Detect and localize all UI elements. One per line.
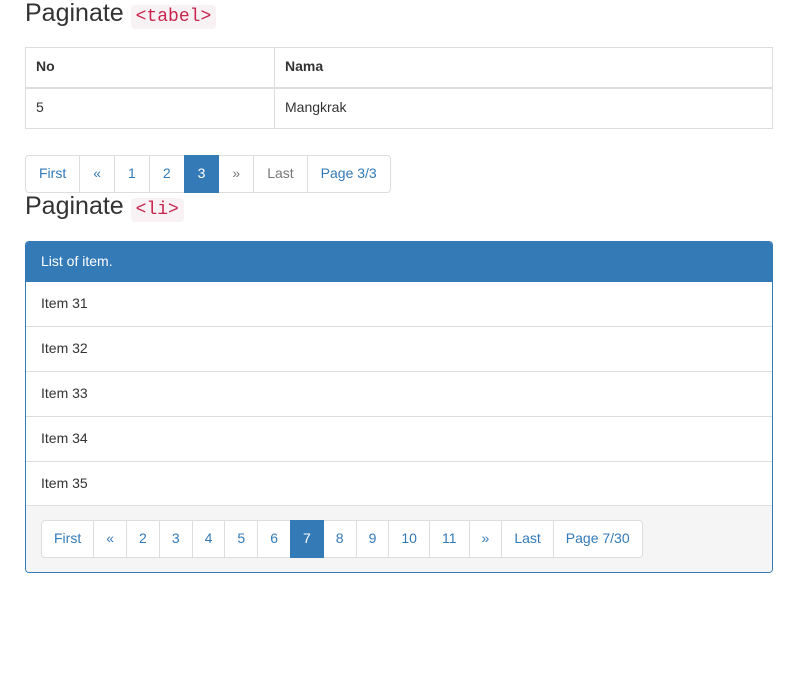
list-item[interactable]: Item 35 (26, 461, 772, 507)
page-title-table-text: Paginate (25, 0, 124, 27)
table-head: No Nama (26, 47, 773, 88)
list-page-link-8[interactable]: 8 (323, 520, 357, 558)
list-pagination: First « 2 3 4 5 6 (41, 520, 643, 558)
paginated-table: No Nama 5 Mangkrak (25, 47, 773, 129)
table-row: 5 Mangkrak (26, 88, 773, 129)
page-title-list: Paginate <li> (25, 193, 773, 221)
list-page-link-9[interactable]: 9 (356, 520, 390, 558)
page-item-status[interactable]: Page 3/3 (308, 155, 391, 193)
list-item[interactable]: Item 34 (26, 416, 772, 462)
list-page-item-2[interactable]: 2 (127, 520, 160, 558)
table-body: 5 Mangkrak (26, 88, 773, 129)
page-item-next[interactable]: » (219, 155, 254, 193)
list-page-item-9[interactable]: 9 (357, 520, 390, 558)
list-panel-heading: List of item. (26, 242, 772, 282)
list-page-link-6[interactable]: 6 (257, 520, 291, 558)
list-page-link-3[interactable]: 3 (159, 520, 193, 558)
page-item-last[interactable]: Last (254, 155, 307, 193)
list-page-link-5[interactable]: 5 (224, 520, 258, 558)
list-group: Item 31 Item 32 Item 33 Item 34 Item 35 (26, 282, 772, 507)
table-pagination-wrapper: First « 1 2 3 » Last Page 3/3 (25, 129, 773, 193)
page-link-next-icon[interactable]: » (218, 155, 254, 193)
list-page-link-10[interactable]: 10 (388, 520, 430, 558)
page-item-prev[interactable]: « (80, 155, 115, 193)
list-page-item-next[interactable]: » (470, 520, 503, 558)
list-item[interactable]: Item 31 (26, 282, 772, 327)
page-item-2[interactable]: 2 (150, 155, 185, 193)
page-link-last[interactable]: Last (253, 155, 307, 193)
list-panel: List of item. Item 31 Item 32 Item 33 It… (25, 241, 773, 574)
list-page-item-10[interactable]: 10 (389, 520, 430, 558)
table-pagination: First « 1 2 3 » Last Page 3/3 (25, 155, 391, 193)
page-link-prev-icon[interactable]: « (79, 155, 115, 193)
list-page-link-11[interactable]: 11 (429, 520, 470, 558)
page-link-2[interactable]: 2 (149, 155, 185, 193)
page-link-status[interactable]: Page 3/3 (307, 155, 391, 193)
page-link-first[interactable]: First (25, 155, 80, 193)
page-item-3-active[interactable]: 3 (185, 155, 220, 193)
code-tag-li: <li> (131, 198, 184, 222)
page-container: Paginate <tabel> No Nama 5 Mangkrak Firs… (0, 0, 798, 573)
list-page-link-status[interactable]: Page 7/30 (553, 520, 643, 558)
list-page-item-4[interactable]: 4 (193, 520, 226, 558)
list-page-link-last[interactable]: Last (501, 520, 553, 558)
page-link-3-active[interactable]: 3 (184, 155, 220, 193)
list-item[interactable]: Item 32 (26, 326, 772, 372)
list-page-item-first[interactable]: First (41, 520, 94, 558)
table-header-row: No Nama (26, 47, 773, 88)
list-page-item-6[interactable]: 6 (258, 520, 291, 558)
list-page-item-7-active[interactable]: 7 (291, 520, 324, 558)
table-cell-nama: Mangkrak (275, 88, 773, 129)
list-page-link-next-icon[interactable]: » (469, 520, 503, 558)
list-page-link-prev-icon[interactable]: « (93, 520, 127, 558)
list-page-item-status[interactable]: Page 7/30 (554, 520, 643, 558)
list-page-item-8[interactable]: 8 (324, 520, 357, 558)
list-item[interactable]: Item 33 (26, 371, 772, 417)
table-header-nama: Nama (275, 47, 773, 88)
list-page-item-prev[interactable]: « (94, 520, 127, 558)
list-panel-footer: First « 2 3 4 5 6 (26, 505, 772, 572)
page-link-1[interactable]: 1 (114, 155, 150, 193)
page-title-list-text: Paginate (25, 192, 124, 220)
list-page-link-2[interactable]: 2 (126, 520, 160, 558)
list-page-item-11[interactable]: 11 (430, 520, 470, 558)
page-item-1[interactable]: 1 (115, 155, 150, 193)
list-page-link-4[interactable]: 4 (192, 520, 226, 558)
list-page-link-7-active[interactable]: 7 (290, 520, 324, 558)
page-item-first[interactable]: First (25, 155, 80, 193)
code-tag-tabel: <tabel> (131, 5, 217, 29)
page-title-table: Paginate <tabel> (25, 0, 773, 28)
list-page-link-first[interactable]: First (41, 520, 94, 558)
table-cell-no: 5 (26, 88, 275, 129)
list-page-item-5[interactable]: 5 (225, 520, 258, 558)
list-page-item-3[interactable]: 3 (160, 520, 193, 558)
list-page-item-last[interactable]: Last (502, 520, 553, 558)
table-header-no: No (26, 47, 275, 88)
